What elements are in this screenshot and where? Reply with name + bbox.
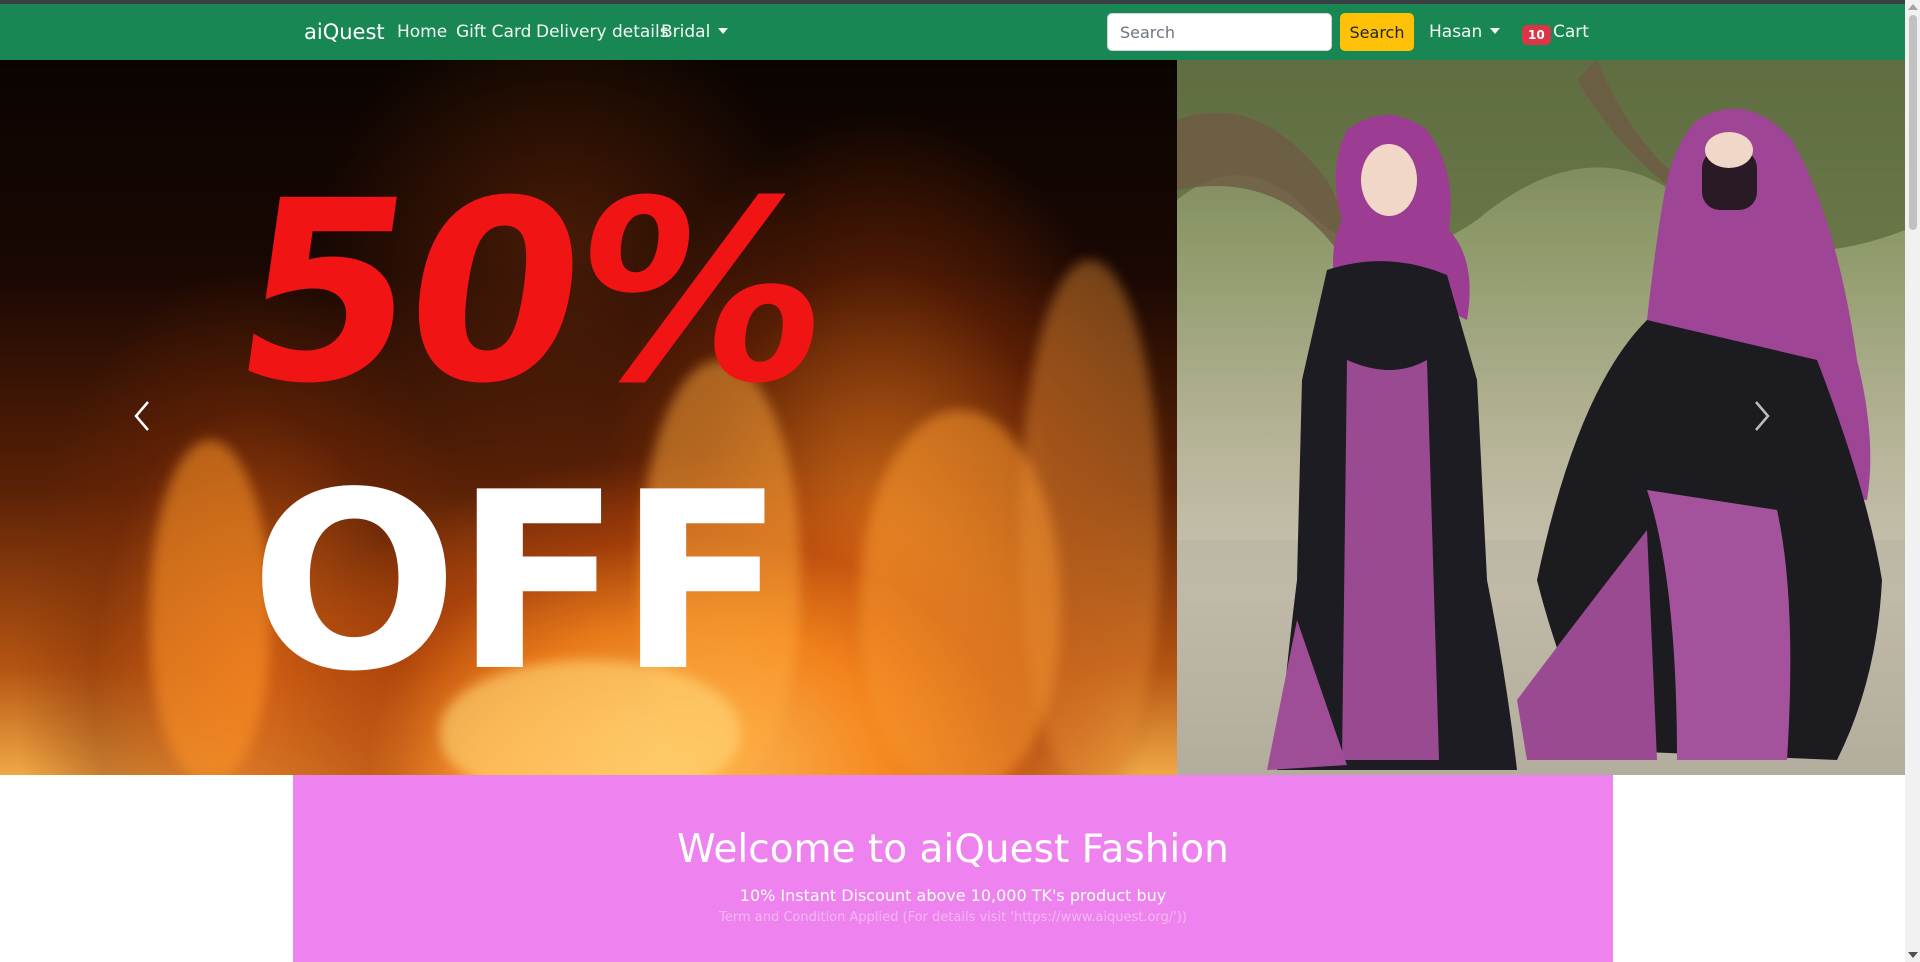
flame-decoration [1020, 260, 1160, 775]
discount-text: 10% Instant Discount above 10,000 TK's p… [739, 886, 1167, 905]
page-scrollbar[interactable] [1905, 0, 1920, 962]
caret-down-icon [718, 28, 729, 34]
promo-percent-text: 50% [219, 147, 841, 438]
promo-off-text: OFF [250, 440, 785, 725]
brand-logo-link[interactable]: aiQuest [304, 20, 385, 44]
scrollbar-thumb[interactable] [1909, 15, 1917, 230]
nav-link-delivery-details[interactable]: Delivery details [536, 22, 669, 42]
hero-carousel: 50% OFF [0, 60, 1905, 775]
welcome-title: Welcome to aiQuest Fashion [677, 827, 1229, 872]
caret-down-icon [1490, 28, 1501, 34]
search-button[interactable]: Search [1340, 13, 1414, 51]
carousel-prev-button[interactable] [132, 400, 152, 432]
welcome-banner: Welcome to aiQuest Fashion 10% Instant D… [293, 775, 1613, 962]
sale-banner-image: 50% OFF [0, 60, 1177, 775]
scroll-down-arrow-icon[interactable] [1908, 952, 1918, 958]
nav-dropdown-bridal-label: Bridal [661, 22, 711, 42]
terms-note: Term and Condition Applied (For details … [719, 910, 1187, 925]
nav-dropdown-bridal[interactable]: Bridal [661, 22, 729, 42]
carousel-next-button[interactable] [1752, 400, 1772, 432]
scroll-up-arrow-icon[interactable] [1908, 4, 1918, 10]
models-illustration [1177, 60, 1905, 775]
top-navbar: aiQuest Home Gift Card Delivery details … [0, 4, 1905, 60]
fashion-models-image [1177, 60, 1905, 775]
user-dropdown-hasan[interactable]: Hasan [1429, 22, 1501, 42]
cart-count-badge: 10 [1522, 25, 1551, 45]
search-input[interactable] [1107, 13, 1332, 51]
cart-link[interactable]: Cart [1553, 22, 1589, 42]
user-dropdown-label: Hasan [1429, 22, 1483, 42]
nav-link-gift-card[interactable]: Gift Card [456, 22, 531, 42]
nav-link-home[interactable]: Home [397, 22, 447, 42]
